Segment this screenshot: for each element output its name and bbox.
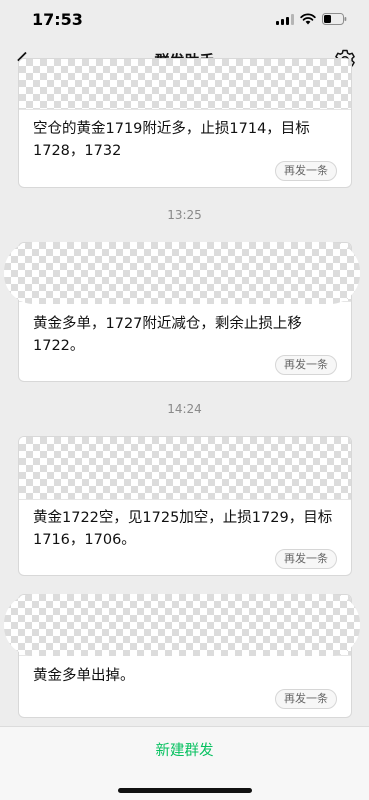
message-text: 黄金1722空，见1725加空，止损1729，目标1716，1706。 [33, 510, 333, 548]
resend-button[interactable]: 再发一条 [275, 355, 337, 375]
message-text: 黄金多单出掉。 [33, 668, 135, 684]
recipient-list-redacted[interactable] [19, 437, 351, 499]
resend-button[interactable]: 再发一条 [275, 689, 337, 709]
broadcast-card: 空仓的黄金1719附近多，止损1714，目标1728，1732 再发一条 [18, 58, 352, 188]
redaction-overlay [4, 594, 360, 656]
status-bar: 17:53 [0, 0, 369, 40]
broadcast-card: 黄金1722空，见1725加空，止损1729，目标1716，1706。 再发一条 [18, 436, 352, 576]
bottom-bar: 新建群发 [0, 726, 369, 800]
status-icons [276, 13, 347, 25]
battery-icon [322, 13, 347, 25]
time-separator: 13:25 [167, 208, 202, 222]
resend-button[interactable]: 再发一条 [275, 161, 337, 181]
time-separator: 14:24 [167, 402, 202, 416]
recipient-list-redacted[interactable] [19, 59, 351, 109]
message-text: 黄金多单，1727附近减仓，剩余止损上移1722。 [33, 316, 302, 354]
divider [19, 499, 351, 500]
new-group-broadcast-button[interactable]: 新建群发 [0, 739, 369, 760]
redaction-overlay [4, 242, 360, 304]
signal-icon [276, 13, 294, 25]
message-text: 空仓的黄金1719附近多，止损1714，目标1728，1732 [33, 121, 310, 159]
wifi-icon [300, 13, 316, 25]
divider [19, 109, 351, 110]
status-time: 17:53 [32, 10, 83, 29]
resend-button[interactable]: 再发一条 [275, 549, 337, 569]
home-indicator [118, 788, 252, 793]
